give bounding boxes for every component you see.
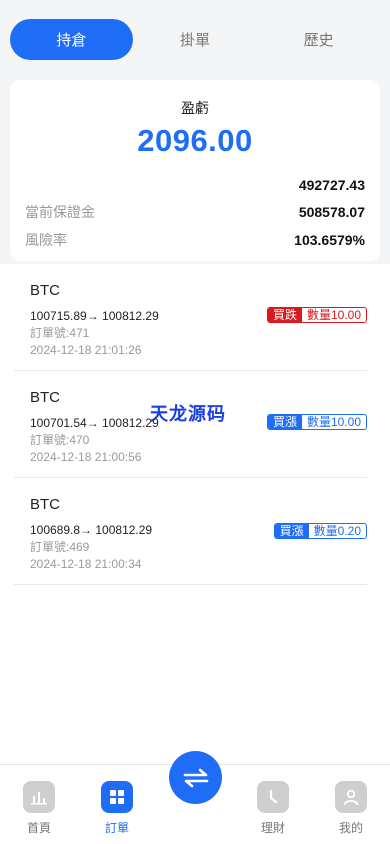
swap-icon: [183, 768, 208, 787]
nav-finance[interactable]: 理財: [248, 781, 298, 836]
balance-value: 492727.43: [298, 177, 365, 193]
nav-mine-label: 我的: [338, 821, 363, 835]
margin-row: 當前保證金 508578.07: [25, 201, 365, 223]
order-list: BTC 100715.89→ 100812.29 訂單號:471 2024-12…: [0, 264, 390, 764]
order-quantity: 數量10.00: [301, 308, 366, 322]
order-side: 買跌: [267, 308, 302, 322]
order-time: 2024-12-18 21:00:34: [30, 557, 142, 571]
risk-label: 風險率: [25, 232, 67, 248]
order-symbol: BTC: [30, 282, 60, 299]
clock-icon: [257, 781, 289, 813]
nav-home-label: 首頁: [26, 821, 51, 835]
order-number: 訂單號:469: [30, 540, 90, 554]
order-quantity: 數量0.20: [308, 524, 366, 538]
risk-row: 風險率 103.6579%: [25, 229, 365, 251]
order-side-badge: 買漲 數量0.20: [273, 523, 367, 539]
profit-loss-value: 2096.00: [137, 123, 253, 158]
order-symbol: BTC: [30, 496, 60, 513]
user-icon: [335, 781, 367, 813]
order-side: 買漲: [274, 524, 309, 538]
list-item[interactable]: BTC 100689.8→ 100812.29 訂單號:469 2024-12-…: [14, 478, 367, 585]
margin-value: 508578.07: [298, 204, 365, 220]
order-side-badge: 買漲 數量10.00: [266, 414, 367, 430]
order-time: 2024-12-18 21:01:26: [30, 343, 142, 357]
nav-orders[interactable]: 訂單: [92, 781, 142, 836]
bar-chart-icon: [23, 781, 55, 813]
order-number: 訂單號:470: [30, 433, 90, 447]
order-number: 訂單號:471: [30, 326, 90, 340]
order-time: 2024-12-18 21:00:56: [30, 450, 142, 464]
tab-positions[interactable]: 持倉: [10, 18, 133, 60]
tab-pending-orders[interactable]: 掛單: [134, 19, 257, 60]
order-symbol: BTC: [30, 389, 60, 406]
tab-history[interactable]: 歷史: [257, 19, 380, 60]
list-item[interactable]: BTC 100715.89→ 100812.29 訂單號:471 2024-12…: [14, 264, 367, 371]
nav-orders-label: 訂單: [104, 821, 129, 835]
nav-finance-label: 理財: [260, 821, 285, 835]
profit-loss-label: 盈虧: [181, 100, 209, 116]
order-price: 100689.8→ 100812.29: [30, 523, 153, 537]
grid-icon: [101, 781, 133, 813]
trade-button[interactable]: [169, 751, 222, 804]
nav-mine[interactable]: 我的: [326, 781, 376, 836]
position-tabs: 持倉 掛單 歷史: [0, 0, 390, 78]
watermark-text: 天龙源码: [150, 404, 226, 425]
account-summary-card: 盈虧 2096.00 492727.43 當前保證金 508578.07 風險率…: [10, 80, 380, 261]
order-quantity: 數量10.00: [301, 415, 366, 429]
margin-label: 當前保證金: [25, 204, 95, 220]
order-side-badge: 買跌 數量10.00: [266, 307, 367, 323]
order-price: 100701.54→ 100812.29: [30, 416, 159, 430]
nav-home[interactable]: 首頁: [14, 781, 64, 836]
balance-row: 492727.43: [25, 174, 365, 196]
risk-value: 103.6579%: [294, 232, 365, 248]
order-side: 買漲: [267, 415, 302, 429]
order-price: 100715.89→ 100812.29: [30, 309, 159, 323]
